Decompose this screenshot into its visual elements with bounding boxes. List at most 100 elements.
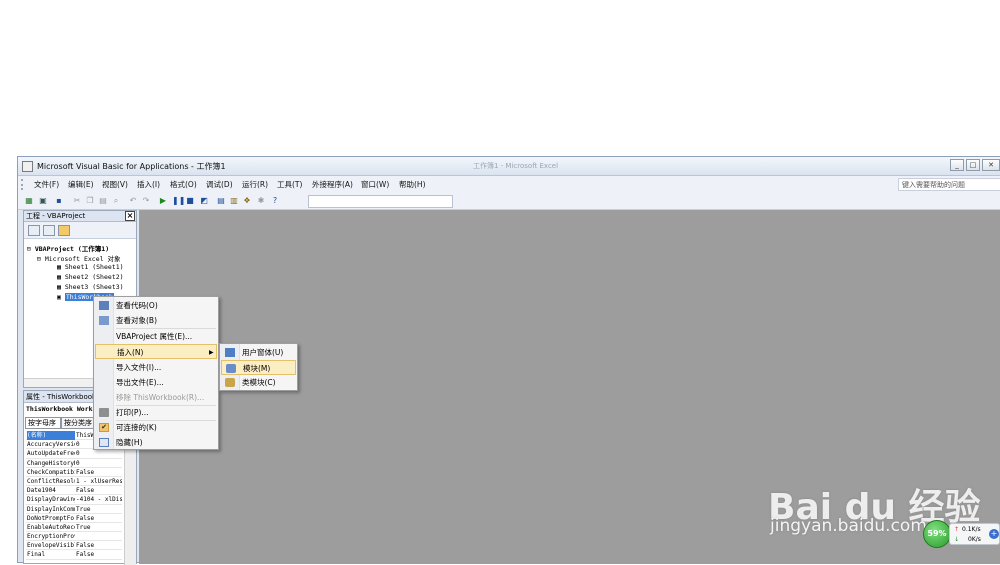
context-menu: 查看代码(O) 查看对象(B) VBAProject 属性(E)... 插入(N… [93, 296, 219, 450]
network-speed-box: ↑ 0.1K/s ↓ 0K/s + [949, 523, 1000, 545]
property-row[interactable]: ConflictResolution1 - xlUserResolution [26, 477, 122, 487]
menu-item-print[interactable]: 打印(P)... [95, 405, 217, 420]
menu-item-view-code[interactable]: 查看代码(O) [95, 298, 217, 313]
view-object-icon[interactable] [43, 225, 55, 236]
find-icon[interactable]: ⌕ [111, 196, 121, 206]
userform-icon [225, 348, 235, 357]
help-search-input[interactable]: 键入需要帮助的问题 [898, 178, 1000, 191]
menu-view[interactable]: 视图(V) [102, 179, 128, 190]
insert-submenu: 用户窗体(U) 模块(M) 类模块(C) [219, 343, 298, 391]
menu-item-export-file[interactable]: 导出文件(E)... [95, 375, 217, 390]
menu-addins[interactable]: 外接程序(A) [312, 179, 353, 190]
property-row[interactable]: EnvelopeVisibleFalse [26, 541, 122, 551]
print-icon [99, 408, 109, 417]
project-explorer-icon[interactable]: ▤ [216, 196, 226, 206]
menu-item-hide[interactable]: 隐藏(H) [95, 435, 217, 450]
menu-window[interactable]: 窗口(W) [361, 179, 389, 190]
title-bar[interactable]: Microsoft Visual Basic for Applications … [18, 157, 1000, 176]
upload-speed: 0.1K/s [962, 526, 981, 533]
view-code-icon[interactable] [28, 225, 40, 236]
background-window-title: 工作簿1 - Microsoft Excel [473, 162, 559, 170]
network-usage-ball[interactable]: 59% [923, 520, 951, 548]
tree-item-sheet3[interactable]: ▦ Sheet3 (Sheet3) [57, 283, 124, 291]
menu-debug[interactable]: 调试(D) [206, 179, 233, 190]
toolbox-icon[interactable]: ✱ [256, 196, 266, 206]
properties-grid: (名称)ThisWorkbook AccuracyVersion0 AutoUp… [26, 431, 122, 565]
menu-format[interactable]: 格式(O) [170, 179, 197, 190]
download-speed: 0K/s [968, 536, 981, 543]
menu-item-insert[interactable]: 插入(N) ▶ [95, 344, 217, 359]
vba-app-icon [22, 161, 33, 172]
window-title: Microsoft Visual Basic for Applications … [37, 162, 226, 171]
menu-help[interactable]: 帮助(H) [399, 179, 426, 190]
copy-icon[interactable]: ❐ [85, 196, 95, 206]
insert-userform-icon[interactable]: ▣ [38, 196, 48, 206]
hide-icon [99, 438, 109, 447]
menu-bar: 文件(F) 编辑(E) 视图(V) 插入(I) 格式(O) 调试(D) 运行(R… [18, 176, 1000, 193]
download-arrow-icon: ↓ [954, 536, 960, 543]
project-explorer-header: 工程 - VBAProject × [24, 211, 136, 222]
restore-button[interactable]: □ [966, 159, 980, 171]
property-row[interactable]: CheckCompatibilityFalse [26, 468, 122, 477]
tree-item-excel-objects[interactable]: ⊟ Microsoft Excel 对象 [37, 253, 120, 263]
baidu-watermark-url: jingyan.baidu.com [770, 516, 927, 536]
cut-icon[interactable]: ✂ [72, 196, 82, 206]
paste-icon[interactable]: ▤ [98, 196, 108, 206]
module-icon [226, 364, 236, 373]
property-row[interactable]: ChangeHistoryDuration0 [26, 459, 122, 468]
menu-item-import-file[interactable]: 导入文件(I)... [95, 360, 217, 375]
project-explorer-title: 工程 - VBAProject [26, 212, 86, 220]
design-mode-icon[interactable]: ◩ [199, 196, 209, 206]
object-browser-icon[interactable]: ❖ [242, 196, 252, 206]
save-icon[interactable]: ▪ [54, 196, 64, 206]
submenu-arrow-icon: ▶ [209, 349, 214, 356]
undo-icon[interactable]: ↶ [128, 196, 138, 206]
menu-edit[interactable]: 编辑(E) [68, 179, 94, 190]
property-row[interactable]: DisplayInkCommentsTrue [26, 505, 122, 514]
menu-tools[interactable]: 工具(T) [277, 179, 302, 190]
redo-icon[interactable]: ↷ [141, 196, 151, 206]
property-row[interactable]: DoNotPromptForConvertFalse [26, 514, 122, 523]
menu-item-remove[interactable]: 移除 ThisWorkbook(R)... [95, 390, 217, 405]
tree-item-sheet1[interactable]: ▦ Sheet1 (Sheet1) [57, 263, 124, 271]
network-speed-widget[interactable]: 59% ↑ 0.1K/s ↓ 0K/s + [923, 520, 1000, 548]
check-icon: ✔ [99, 423, 109, 432]
menubar-grip [21, 179, 23, 190]
pause-icon[interactable]: ❚❚ [172, 196, 185, 206]
code-icon [99, 301, 109, 310]
run-icon[interactable]: ▶ [158, 196, 168, 206]
close-icon[interactable]: × [125, 211, 135, 221]
add-icon[interactable]: + [989, 529, 999, 539]
properties-window-icon[interactable]: ▥ [229, 196, 239, 206]
vertical-scrollbar[interactable] [124, 431, 136, 565]
menu-insert[interactable]: 插入(I) [137, 179, 160, 190]
property-row[interactable]: EnableAutoRecoverTrue [26, 523, 122, 533]
menu-item-dockable[interactable]: ✔ 可连接的(K) [95, 420, 217, 435]
menu-item-project-properties[interactable]: VBAProject 属性(E)... [95, 329, 217, 344]
tree-item-sheet2[interactable]: ▦ Sheet2 (Sheet2) [57, 273, 124, 281]
class-module-icon [225, 378, 235, 387]
submenu-item-class-module[interactable]: 类模块(C) [221, 375, 296, 390]
submenu-item-userform[interactable]: 用户窗体(U) [221, 345, 296, 360]
tree-item-vbaproject[interactable]: ⊟ VBAProject (工作簿1) [27, 243, 109, 253]
close-button[interactable]: ✕ [982, 159, 1000, 171]
reset-icon[interactable]: ■ [185, 196, 195, 206]
property-row[interactable]: AutoUpdateFrequency0 [26, 449, 122, 459]
tab-alphabetic[interactable]: 按字母序 [25, 417, 61, 429]
menu-run[interactable]: 运行(R) [242, 179, 268, 190]
upload-arrow-icon: ↑ [954, 526, 960, 533]
help-icon[interactable]: ? [270, 196, 280, 206]
menu-item-view-object[interactable]: 查看对象(B) [95, 313, 217, 328]
property-row[interactable]: Date1904 False [26, 486, 122, 496]
property-row[interactable]: DisplayDrawingObjects-4104 - xlDisplaySh… [26, 495, 122, 505]
project-explorer-toolbar [24, 222, 136, 239]
excel-view-icon[interactable]: ▦ [24, 196, 34, 206]
object-icon [99, 316, 109, 325]
minimize-button[interactable]: _ [950, 159, 964, 171]
property-row[interactable]: Final False [26, 550, 122, 560]
property-row[interactable]: EncryptionProvider [26, 532, 122, 542]
menu-file[interactable]: 文件(F) [34, 179, 59, 190]
toggle-folders-icon[interactable] [58, 225, 70, 236]
standard-toolbar: ▦ ▣ ▪ ✂ ❐ ▤ ⌕ ↶ ↷ ▶ ❚❚ ■ ◩ ▤ ▥ ❖ ✱ ? [18, 193, 1000, 210]
submenu-item-module[interactable]: 模块(M) [221, 360, 296, 375]
